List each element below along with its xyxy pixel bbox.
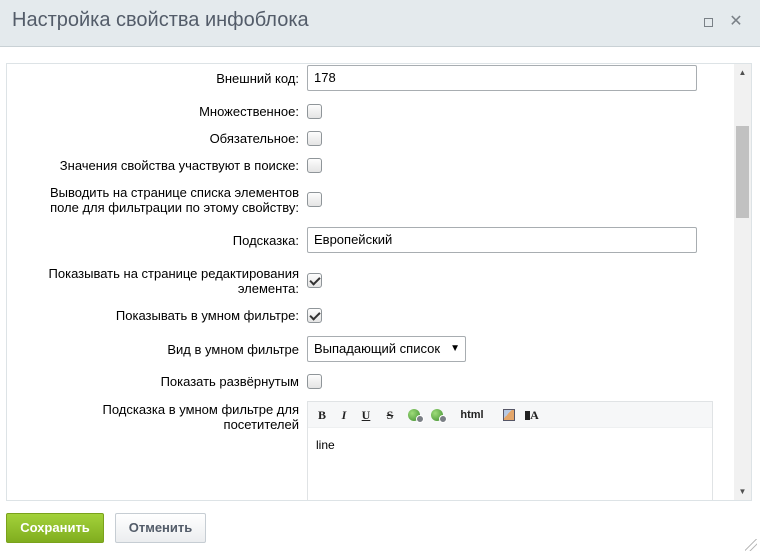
required-label: Обязательное: xyxy=(209,131,299,146)
show-in-smart-filter-checkbox[interactable] xyxy=(307,308,322,323)
filter-on-list-label-line2: поле для фильтрации по этому свойству: xyxy=(50,200,299,215)
show-expanded-label: Показать развёрнутым xyxy=(160,374,299,389)
show-on-edit-label-line1: Показывать на странице редактирования xyxy=(48,266,299,281)
filter-on-list-label-line1: Выводить на странице списка элементов xyxy=(50,185,299,200)
show-on-edit-label-line2: элемента: xyxy=(237,281,299,296)
close-icon[interactable]: ✕ xyxy=(728,14,744,30)
save-button[interactable]: Сохранить xyxy=(6,513,104,543)
smart-filter-hint-label-line2: посетителей xyxy=(223,417,299,432)
filter-on-list-checkbox[interactable] xyxy=(307,192,322,207)
dialog-titlebar: Настройка свойства инфоблока ✕ xyxy=(0,0,760,47)
resize-grip-icon[interactable] xyxy=(745,539,757,551)
maximize-icon[interactable] xyxy=(700,14,716,30)
smart-filter-hint-label-line1: Подсказка в умном фильтре для xyxy=(102,402,299,417)
smart-filter-hint-label: Подсказка в умном фильтре для посетителе… xyxy=(102,402,299,432)
scroll-down-arrow[interactable]: ▼ xyxy=(734,483,751,500)
searchable-label: Значения свойства участвуют в поиске: xyxy=(59,158,299,173)
font-style-letter: A xyxy=(530,408,539,422)
external-code-input[interactable]: 178 xyxy=(307,65,697,91)
multiple-checkbox[interactable] xyxy=(307,104,322,119)
smart-filter-view-value: Выпадающий список xyxy=(314,341,441,356)
underline-button[interactable]: U xyxy=(360,407,372,423)
dropdown-arrow-icon: ▼ xyxy=(450,343,460,354)
cancel-button[interactable]: Отменить xyxy=(115,513,206,543)
scroll-thumb[interactable] xyxy=(736,126,749,218)
external-code-label: Внешний код: xyxy=(216,71,299,86)
form-scroll-area: Внешний код: 178 Множественное: Обязател… xyxy=(6,63,752,501)
editor-text[interactable]: line xyxy=(316,438,335,452)
required-checkbox[interactable] xyxy=(307,131,322,146)
insert-image-icon[interactable] xyxy=(501,407,517,423)
bold-button[interactable]: B xyxy=(316,407,328,423)
smart-filter-hint-editor: B I U S html A line xyxy=(307,401,713,500)
filter-on-list-label: Выводить на странице списка элементов по… xyxy=(50,185,299,215)
html-mode-button[interactable]: html xyxy=(458,407,486,423)
vertical-scrollbar[interactable]: ▲ ▼ xyxy=(734,64,751,500)
show-in-smart-filter-label: Показывать в умном фильтре: xyxy=(115,308,299,323)
multiple-label: Множественное: xyxy=(199,104,299,119)
hint-label: Подсказка: xyxy=(232,233,299,248)
font-style-icon[interactable]: A xyxy=(523,407,541,423)
show-on-edit-checkbox[interactable] xyxy=(307,273,322,288)
strikethrough-button[interactable]: S xyxy=(384,407,396,423)
remove-link-icon[interactable] xyxy=(429,407,447,423)
show-expanded-checkbox[interactable] xyxy=(307,374,322,389)
smart-filter-view-select[interactable]: Выпадающий список ▼ xyxy=(307,336,466,362)
scroll-up-arrow[interactable]: ▲ xyxy=(734,64,751,81)
editor-toolbar: B I U S html A xyxy=(308,402,712,428)
smart-filter-view-label: Вид в умном фильтре xyxy=(167,342,299,357)
insert-link-icon[interactable] xyxy=(406,407,424,423)
hint-input[interactable]: Европейский xyxy=(307,227,697,253)
show-on-edit-label: Показывать на странице редактирования эл… xyxy=(49,266,299,296)
italic-button[interactable]: I xyxy=(338,407,350,423)
dialog-title: Настройка свойства инфоблока xyxy=(12,9,309,31)
searchable-checkbox[interactable] xyxy=(307,158,322,173)
